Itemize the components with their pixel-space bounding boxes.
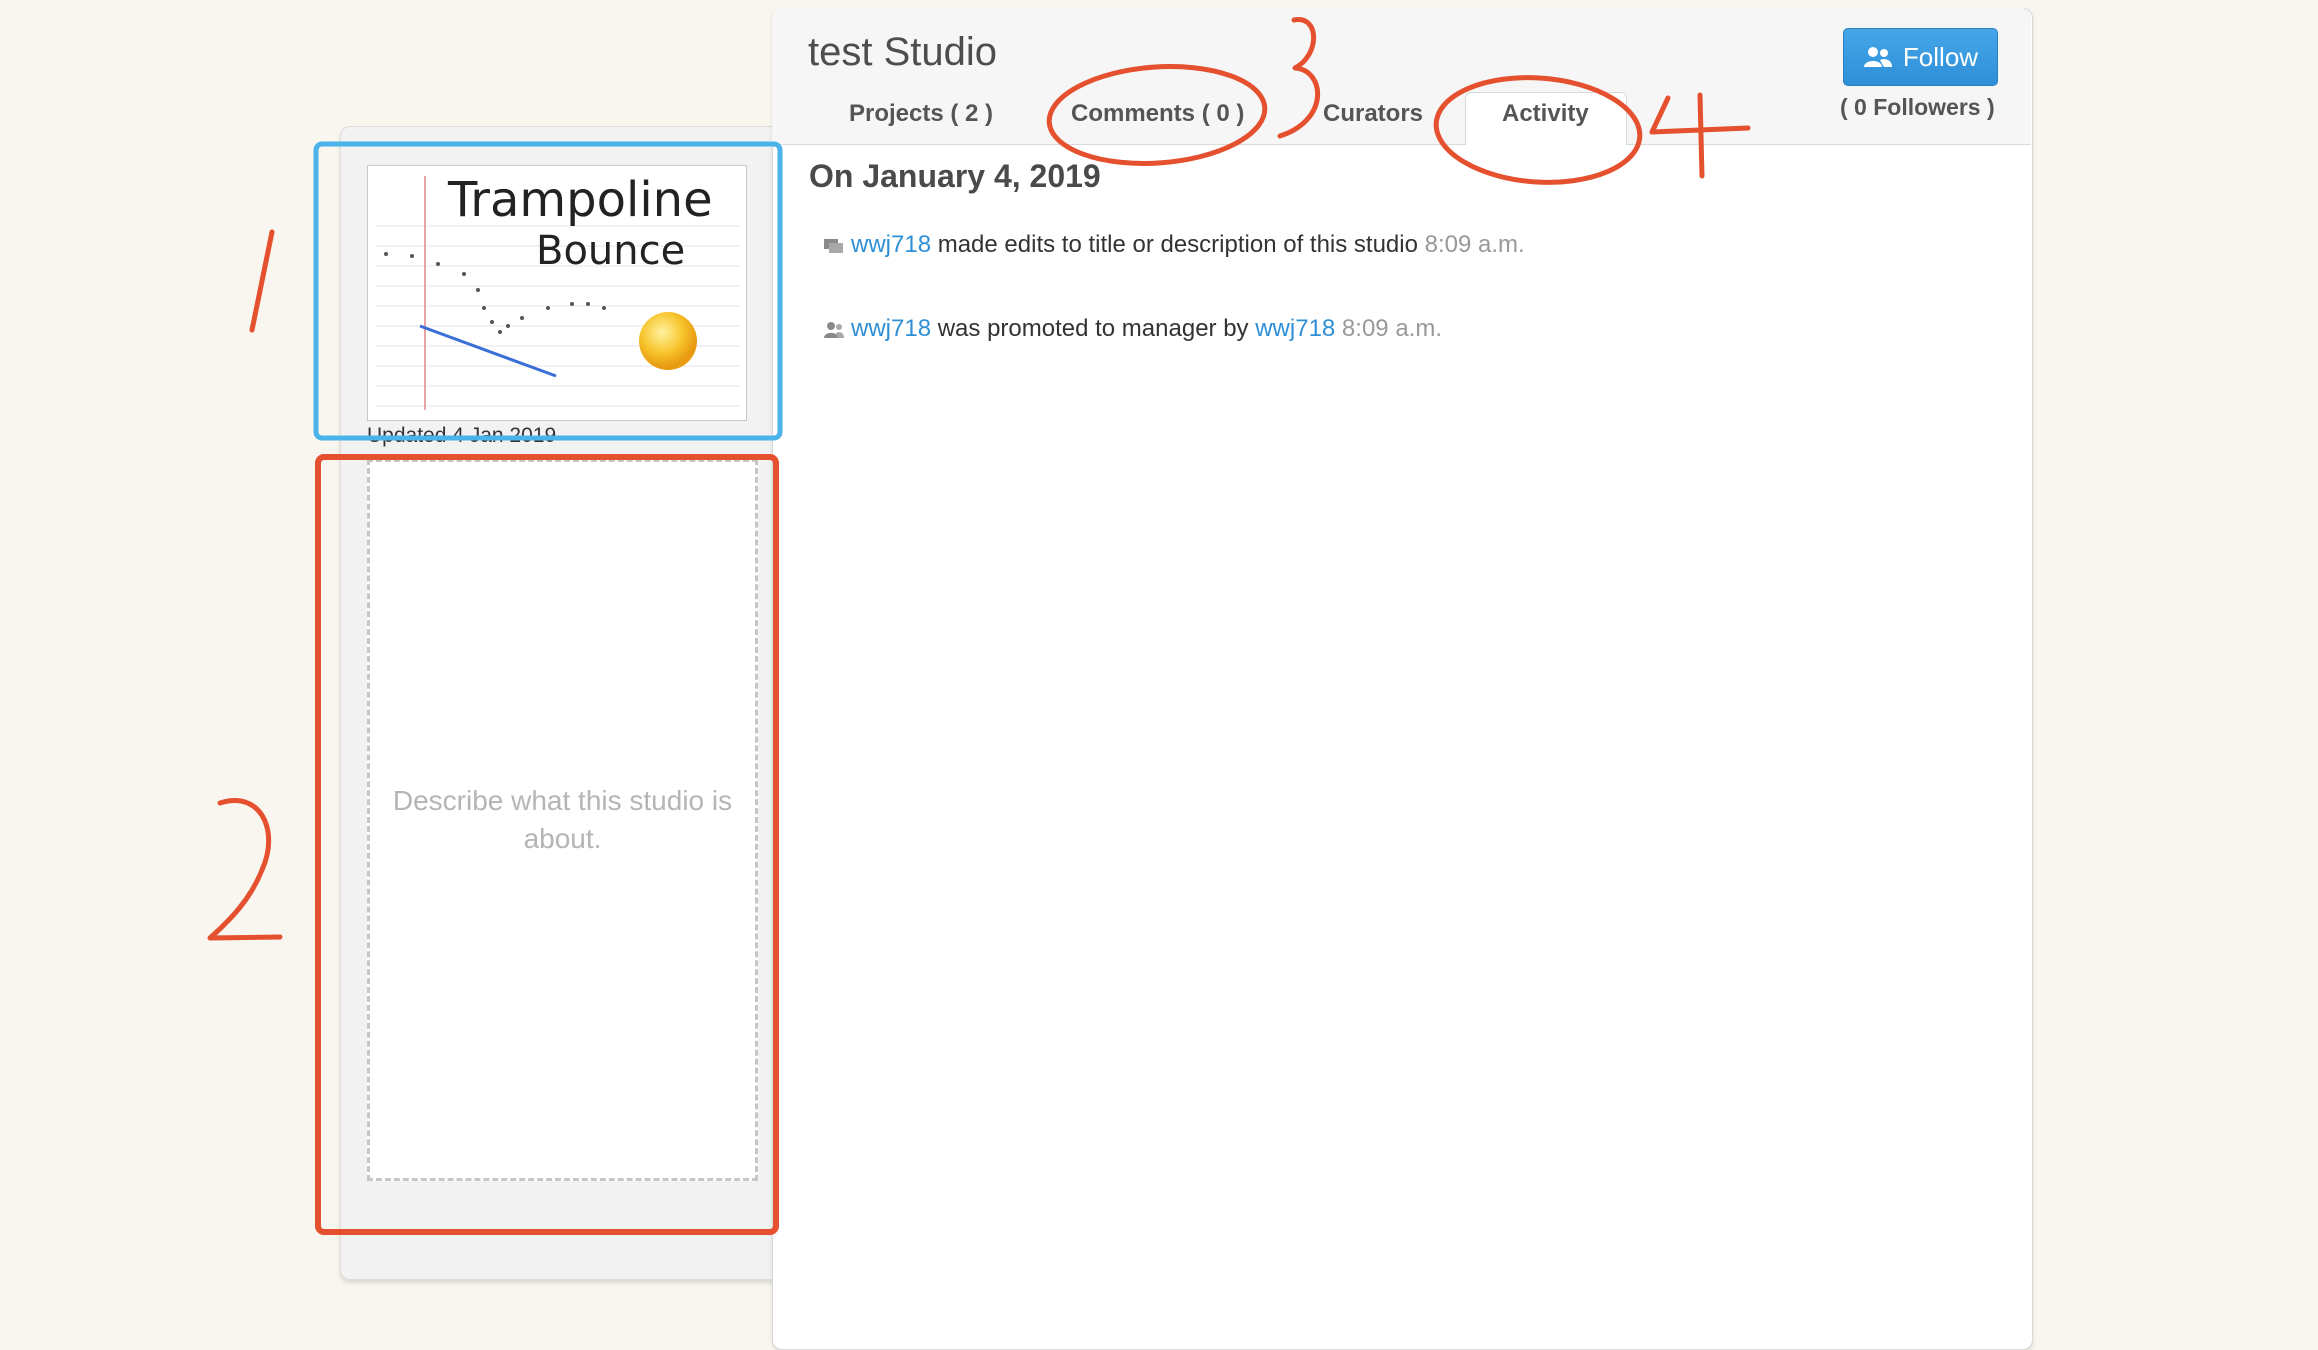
activity-text: made edits to title or description of th…	[931, 231, 1425, 258]
tab-activity[interactable]: Activity	[1502, 100, 1589, 128]
studio-main-panel	[772, 8, 2033, 1350]
activity-date-heading: On January 4, 2019	[809, 158, 1101, 194]
thumbnail-title-2: Bounce	[536, 228, 685, 274]
activity-user-link[interactable]: wwj718	[851, 231, 931, 258]
activity-item: wwj718 was promoted to manager by wwj718…	[823, 315, 1442, 343]
ball-icon	[639, 312, 697, 370]
tab-projects[interactable]: Projects ( 2 )	[849, 100, 993, 128]
studio-title: test Studio	[808, 30, 998, 74]
tab-comments[interactable]: Comments ( 0 )	[1071, 100, 1244, 128]
description-field[interactable]: Describe what this studio is about.	[367, 459, 758, 1181]
studio-thumbnail[interactable]: Trampoline Bounce	[367, 165, 747, 421]
annotation-label-2	[207, 798, 283, 941]
activity-time: 8:09 a.m.	[1424, 231, 1525, 258]
users-icon	[824, 321, 844, 338]
follow-button[interactable]: Follow	[1843, 28, 1998, 86]
activity-user2-link[interactable]: wwj718	[1255, 315, 1335, 342]
followers-count: ( 0 Followers )	[1840, 94, 1995, 120]
users-icon	[1863, 47, 1892, 67]
tab-curators[interactable]: Curators	[1323, 100, 1423, 128]
activity-item: wwj718 made edits to title or descriptio…	[823, 231, 1525, 259]
activity-user-link[interactable]: wwj718	[851, 315, 931, 342]
description-placeholder: Describe what this studio is about.	[392, 785, 733, 854]
trampoline-drawing: Trampoline Bounce	[376, 172, 740, 410]
thumbnail-title-1: Trampoline	[447, 172, 713, 228]
activity-time: 8:09 a.m.	[1335, 315, 1442, 342]
studio-edit-icon	[824, 238, 843, 253]
updated-date: Updated 4 Jan 2019	[367, 424, 557, 447]
follow-label: Follow	[1902, 41, 1979, 72]
activity-text: was promoted to manager by	[931, 315, 1256, 342]
annotation-label-1	[249, 229, 275, 333]
